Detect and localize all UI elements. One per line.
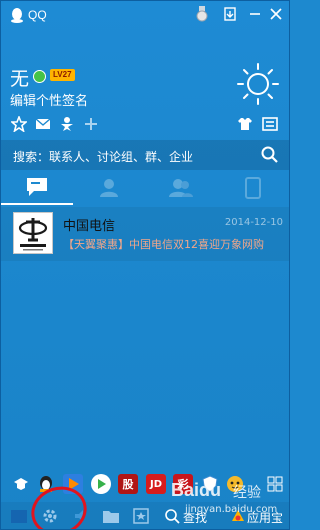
tab-phone[interactable]: [217, 171, 289, 205]
phone-icon: [245, 177, 261, 199]
avatar: [13, 212, 53, 254]
search-bar[interactable]: 搜索：联系人、讨论组、群、企业: [1, 140, 289, 170]
tab-contacts[interactable]: [73, 171, 145, 205]
window-title: QQ: [28, 8, 47, 22]
main-tabs: [1, 171, 289, 205]
search-icon[interactable]: [261, 146, 278, 163]
qq-main-window: QQ 无 LV27 编辑个性签名 搜索：联系人、讨论组、群、企业 中国电信 20…: [0, 0, 290, 530]
online-status-icon[interactable]: [33, 70, 46, 83]
video-player-icon[interactable]: [91, 474, 111, 494]
contacts-icon: [100, 179, 118, 197]
mail-icon[interactable]: [35, 116, 51, 132]
folder-icon[interactable]: [102, 507, 120, 525]
app-manager-icon[interactable]: [262, 116, 278, 132]
main-menu-icon[interactable]: [10, 507, 28, 525]
contact-name: 中国电信: [63, 219, 116, 234]
stock-icon[interactable]: 股: [118, 474, 138, 494]
star-icon[interactable]: [11, 116, 27, 132]
skin-icon[interactable]: [221, 5, 239, 23]
weather-sun-icon[interactable]: [235, 61, 281, 107]
collection-icon[interactable]: [132, 507, 150, 525]
close-icon[interactable]: [267, 5, 285, 23]
jd-icon[interactable]: JD: [146, 474, 166, 494]
tab-messages[interactable]: [1, 171, 73, 205]
china-telecom-logo-icon: [18, 218, 48, 251]
nickname[interactable]: 无: [10, 64, 29, 91]
groups-icon: [169, 179, 193, 197]
tab-groups[interactable]: [145, 171, 217, 205]
watermark-brand: Baidu: [171, 480, 222, 500]
medal-icon[interactable]: [193, 5, 211, 23]
qq-penguin-icon: [11, 8, 23, 23]
signature-field[interactable]: 编辑个性签名: [10, 90, 88, 109]
message-preview: 【天翼聚惠】中国电信双12喜迎万象网购: [63, 238, 264, 251]
add-icon[interactable]: [83, 116, 99, 132]
watermark-site: jingyan.baidu.com: [185, 504, 278, 515]
message-time: 2014-12-10: [224, 217, 283, 228]
watermark-text: 经验: [233, 485, 261, 501]
chat-icon: [27, 178, 47, 196]
school-icon[interactable]: [11, 474, 31, 494]
minimize-icon[interactable]: [246, 5, 264, 23]
list-item[interactable]: 中国电信 2014-12-10 【天翼聚惠】中国电信双12喜迎万象网购: [1, 207, 289, 261]
qzone-icon[interactable]: [59, 116, 75, 132]
dress-up-icon[interactable]: [237, 116, 253, 132]
title-bar: QQ: [1, 1, 289, 29]
baidu-jingyan-watermark: Baidu 经验 jingyan.baidu.com: [171, 478, 289, 522]
level-badge[interactable]: LV27: [50, 69, 75, 81]
search-input[interactable]: 搜索：联系人、讨论组、群、企业: [13, 148, 193, 165]
